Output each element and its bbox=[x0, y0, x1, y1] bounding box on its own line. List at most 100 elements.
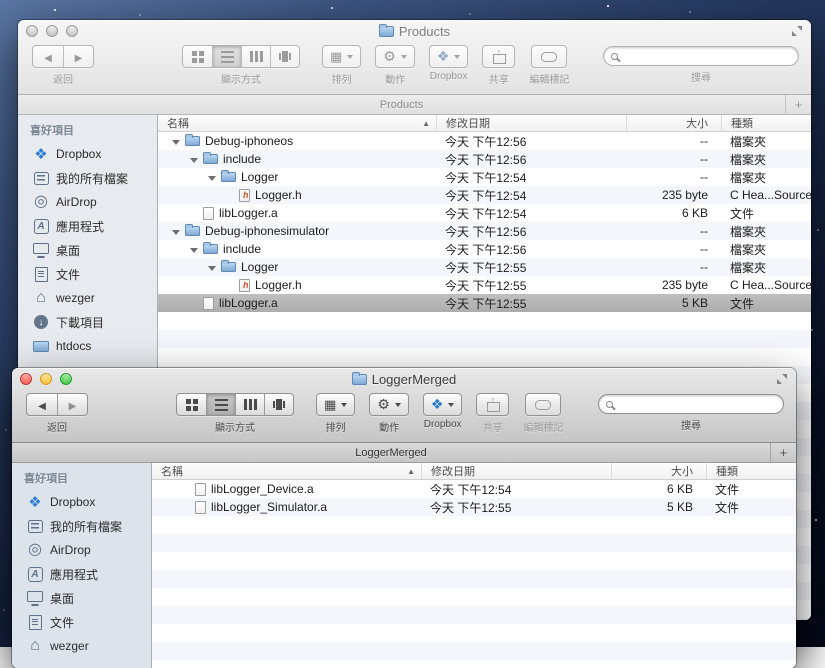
sidebar-item-all-my-files[interactable]: 我的所有檔案 bbox=[18, 166, 157, 190]
title-bar[interactable]: Products bbox=[18, 20, 811, 42]
sidebar-item-home[interactable]: wezger bbox=[18, 286, 157, 310]
search-input[interactable] bbox=[618, 395, 783, 413]
file-name: libLogger.a bbox=[219, 296, 278, 310]
arrange-button[interactable] bbox=[316, 393, 356, 416]
column-view-button[interactable] bbox=[241, 46, 270, 67]
coverflow-view-button[interactable] bbox=[270, 46, 299, 67]
sidebar-item-desktop[interactable]: 桌面 bbox=[18, 238, 157, 262]
action-button[interactable] bbox=[375, 45, 415, 68]
new-tab-button[interactable]: + bbox=[785, 95, 811, 114]
close-button[interactable] bbox=[20, 373, 32, 385]
name-cell: libLogger_Simulator.a bbox=[152, 500, 421, 514]
file-size: -- bbox=[700, 242, 708, 256]
column-header-date[interactable]: 修改日期 bbox=[436, 115, 626, 131]
share-icon bbox=[486, 398, 501, 412]
column-header-kind[interactable]: 種類 bbox=[706, 463, 796, 479]
arrange-button[interactable] bbox=[322, 45, 362, 68]
icon-view-button[interactable] bbox=[183, 46, 212, 67]
forward-button[interactable] bbox=[57, 394, 87, 415]
close-button[interactable] bbox=[26, 25, 38, 37]
sidebar: 喜好項目 Dropbox 我的所有檔案 AirDrop 應用程式 桌面 文件 w… bbox=[12, 463, 152, 668]
row-liblogger-simulator-a[interactable]: libLogger_Simulator.a 今天 下午12:55 5 KB 文件 bbox=[152, 498, 796, 516]
back-button[interactable] bbox=[33, 46, 63, 67]
row-logger[interactable]: Logger 今天 下午12:54 -- 檔案夾 bbox=[158, 168, 811, 186]
zoom-button[interactable] bbox=[60, 373, 72, 385]
disclosure-triangle-icon[interactable] bbox=[172, 139, 180, 145]
column-header-kind[interactable]: 種類 bbox=[721, 115, 811, 131]
sidebar-item-applications[interactable]: 應用程式 bbox=[18, 214, 157, 238]
back-button[interactable] bbox=[27, 394, 57, 415]
list-view-button[interactable] bbox=[206, 394, 235, 415]
share-button[interactable] bbox=[476, 393, 510, 416]
sidebar-heading: 喜好項目 bbox=[24, 473, 68, 485]
edit-tags-button[interactable] bbox=[525, 393, 562, 416]
sidebar-item-dropbox[interactable]: Dropbox bbox=[12, 490, 151, 514]
sidebar-item-applications[interactable]: 應用程式 bbox=[12, 562, 151, 586]
dropbox-button[interactable] bbox=[422, 393, 463, 416]
column-header-date[interactable]: 修改日期 bbox=[421, 463, 611, 479]
icon-view-button[interactable] bbox=[177, 394, 206, 415]
list-view-button[interactable] bbox=[212, 46, 241, 67]
disclosure-triangle-icon[interactable] bbox=[208, 265, 216, 271]
row-logger[interactable]: Logger 今天 下午12:55 -- 檔案夾 bbox=[158, 258, 811, 276]
row-logger-h[interactable]: Logger.h 今天 下午12:55 235 byte C Hea...Sou… bbox=[158, 276, 811, 294]
minimize-button[interactable] bbox=[40, 373, 52, 385]
sidebar-item-dropbox[interactable]: Dropbox bbox=[18, 142, 157, 166]
row-debug-iphoneos[interactable]: Debug-iphoneos 今天 下午12:56 -- 檔案夾 bbox=[158, 132, 811, 150]
row-liblogger-a-selected[interactable]: libLogger.a 今天 下午12:55 5 KB 文件 bbox=[158, 294, 811, 312]
sidebar-item-airdrop[interactable]: AirDrop bbox=[12, 538, 151, 562]
sidebar-item-label: 桌面 bbox=[50, 591, 75, 606]
new-tab-button[interactable]: + bbox=[770, 443, 796, 462]
zoom-button[interactable] bbox=[66, 25, 78, 37]
tab-loggermerged[interactable]: LoggerMerged bbox=[12, 443, 770, 462]
row-include[interactable]: include 今天 下午12:56 -- 檔案夾 bbox=[158, 150, 811, 168]
search-field[interactable] bbox=[598, 394, 784, 414]
coverflow-view-button[interactable] bbox=[264, 394, 293, 415]
row-debug-iphonesimulator[interactable]: Debug-iphonesimulator 今天 下午12:56 -- 檔案夾 bbox=[158, 222, 811, 240]
column-header-name[interactable]: 名稱 ▲ bbox=[158, 115, 436, 131]
applications-icon bbox=[26, 566, 44, 583]
sidebar-item-home[interactable]: wezger bbox=[12, 634, 151, 658]
tab-products[interactable]: Products bbox=[18, 95, 785, 114]
search-input[interactable] bbox=[623, 47, 798, 65]
sidebar-item-desktop[interactable]: 桌面 bbox=[12, 586, 151, 610]
column-header-size[interactable]: 大小 bbox=[626, 115, 721, 131]
file-list: 名稱 ▲ 修改日期 大小 種類 libLogger_Device.a 今天 下午1… bbox=[152, 463, 796, 668]
sidebar-item-all-my-files[interactable]: 我的所有檔案 bbox=[12, 514, 151, 538]
forward-button[interactable] bbox=[63, 46, 93, 67]
document-icon bbox=[203, 206, 214, 220]
action-button[interactable] bbox=[369, 393, 409, 416]
column-header-name[interactable]: 名稱 ▲ bbox=[152, 463, 421, 479]
share-group: 共享 bbox=[476, 393, 510, 434]
column-view-button[interactable] bbox=[235, 394, 264, 415]
sidebar-item-htdocs[interactable]: htdocs bbox=[18, 334, 157, 358]
fullscreen-icon[interactable] bbox=[777, 374, 787, 384]
file-name: Logger.h bbox=[255, 278, 302, 292]
title-bar[interactable]: LoggerMerged bbox=[12, 368, 796, 390]
sidebar-item-label: 我的所有檔案 bbox=[56, 171, 129, 186]
file-name: Logger.h bbox=[255, 188, 302, 202]
disclosure-triangle-icon[interactable] bbox=[190, 157, 198, 163]
row-liblogger-device-a[interactable]: libLogger_Device.a 今天 下午12:54 6 KB 文件 bbox=[152, 480, 796, 498]
sidebar-item-documents[interactable]: 文件 bbox=[18, 262, 157, 286]
row-include[interactable]: include 今天 下午12:56 -- 檔案夾 bbox=[158, 240, 811, 258]
fullscreen-icon[interactable] bbox=[792, 26, 802, 36]
disclosure-triangle-icon[interactable] bbox=[190, 247, 198, 253]
window-title-text: Products bbox=[398, 23, 451, 39]
folder-icon bbox=[32, 338, 50, 355]
minimize-button[interactable] bbox=[46, 25, 58, 37]
edit-tags-button[interactable] bbox=[531, 45, 568, 68]
column-header-size[interactable]: 大小 bbox=[611, 463, 706, 479]
finder-window-loggermerged[interactable]: LoggerMerged 返回 bbox=[12, 368, 796, 668]
arrange-icon bbox=[330, 48, 342, 66]
disclosure-triangle-icon[interactable] bbox=[208, 175, 216, 181]
row-logger-h[interactable]: Logger.h 今天 下午12:54 235 byte C Hea...Sou… bbox=[158, 186, 811, 204]
dropbox-button[interactable] bbox=[428, 45, 469, 68]
share-button[interactable] bbox=[482, 45, 516, 68]
search-field[interactable] bbox=[603, 46, 799, 66]
sidebar-item-downloads[interactable]: 下載項目 bbox=[18, 310, 157, 334]
sidebar-item-documents[interactable]: 文件 bbox=[12, 610, 151, 634]
disclosure-triangle-icon[interactable] bbox=[172, 229, 180, 235]
sidebar-item-airdrop[interactable]: AirDrop bbox=[18, 190, 157, 214]
row-liblogger-a[interactable]: libLogger.a 今天 下午12:54 6 KB 文件 bbox=[158, 204, 811, 222]
